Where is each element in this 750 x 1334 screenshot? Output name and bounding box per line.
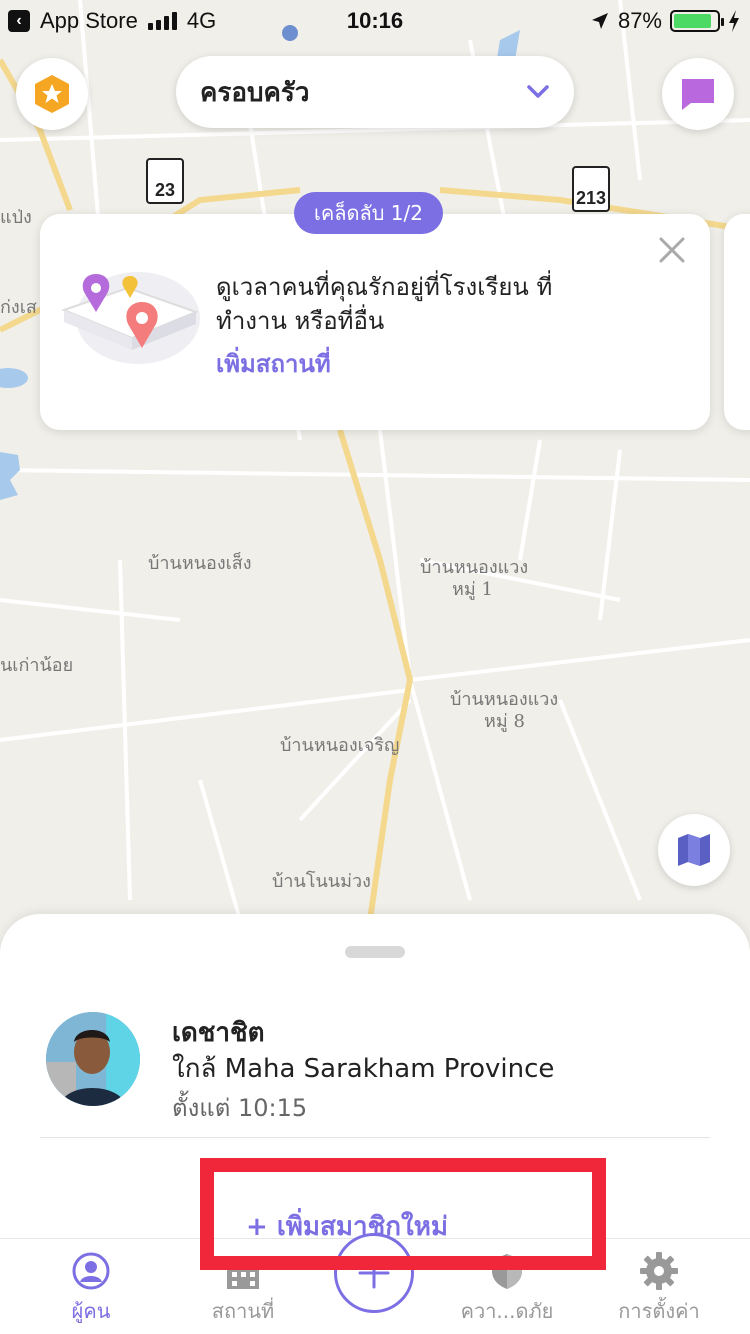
map-label: หมู่ 8 xyxy=(484,711,525,732)
tab-label: ควา...ดภัย xyxy=(460,1299,554,1323)
tab-people[interactable]: ผู้คน xyxy=(16,1247,166,1327)
status-bar: ‹ App Store 4G 10:16 87% xyxy=(0,0,750,40)
road-shield-23: 23 xyxy=(146,158,184,204)
star-badge-icon xyxy=(35,75,69,113)
map-label: หมู่ 1 xyxy=(452,579,493,600)
member-since: ตั้งแต่ 10:15 xyxy=(172,1094,308,1122)
charging-bolt-icon xyxy=(729,10,739,32)
close-icon[interactable] xyxy=(658,236,686,264)
map-style-button[interactable] xyxy=(658,814,730,886)
chevron-down-icon xyxy=(527,85,549,98)
chat-bubble-icon xyxy=(682,79,714,110)
member-row[interactable]: เดชาชิต ใกล้ Maha Sarakham Province ตั้ง… xyxy=(46,1012,706,1122)
member-name: เดชาชิต xyxy=(172,1018,265,1048)
group-name: ครอบครัว xyxy=(200,77,310,108)
map-label: บ้านโนนม่วง xyxy=(272,871,371,892)
map-label: นเก่าน้อย xyxy=(0,655,74,676)
tab-label: ผู้คน xyxy=(71,1299,111,1323)
map-label: บ้านหนองเจริญ xyxy=(280,735,400,756)
road-shield-213: 213 xyxy=(572,166,610,212)
group-selector[interactable]: ครอบครัว xyxy=(176,56,574,128)
divider xyxy=(40,1137,710,1138)
tip-text: ดูเวลาคนที่คุณรักอยู่ที่โรงเรียน ที่ทำงา… xyxy=(216,273,553,335)
map-label: แป่ง xyxy=(0,207,32,228)
next-tip-card[interactable] xyxy=(724,214,750,430)
map-label: ก่งเส xyxy=(0,297,37,318)
battery-percent: 87% xyxy=(617,8,662,33)
tab-settings[interactable]: การตั้งค่า xyxy=(584,1247,734,1327)
premium-button[interactable] xyxy=(16,58,88,130)
location-arrow-icon xyxy=(591,13,608,29)
tab-label: สถานที่ xyxy=(211,1299,275,1323)
tab-label: การตั้งค่า xyxy=(618,1299,700,1323)
add-place-link[interactable]: เพิ่มสถานที่ xyxy=(216,344,331,383)
member-location: ใกล้ Maha Sarakham Province xyxy=(172,1054,555,1084)
person-icon xyxy=(72,1252,110,1290)
folded-map-icon xyxy=(678,834,710,866)
map-label: บ้านหนองเส็ง xyxy=(148,553,252,574)
highlight-annotation xyxy=(200,1158,606,1270)
tip-counter-badge: เคล็ดลับ 1/2 xyxy=(294,192,443,234)
gear-icon xyxy=(640,1252,678,1290)
sheet-drag-handle[interactable] xyxy=(345,946,405,958)
tip-card[interactable]: ดูเวลาคนที่คุณรักอยู่ที่โรงเรียน ที่ทำงา… xyxy=(40,214,710,430)
avatar xyxy=(46,1012,140,1106)
battery-icon xyxy=(670,10,724,32)
chat-button[interactable] xyxy=(662,58,734,130)
map-pins-illustration-icon xyxy=(61,272,200,364)
